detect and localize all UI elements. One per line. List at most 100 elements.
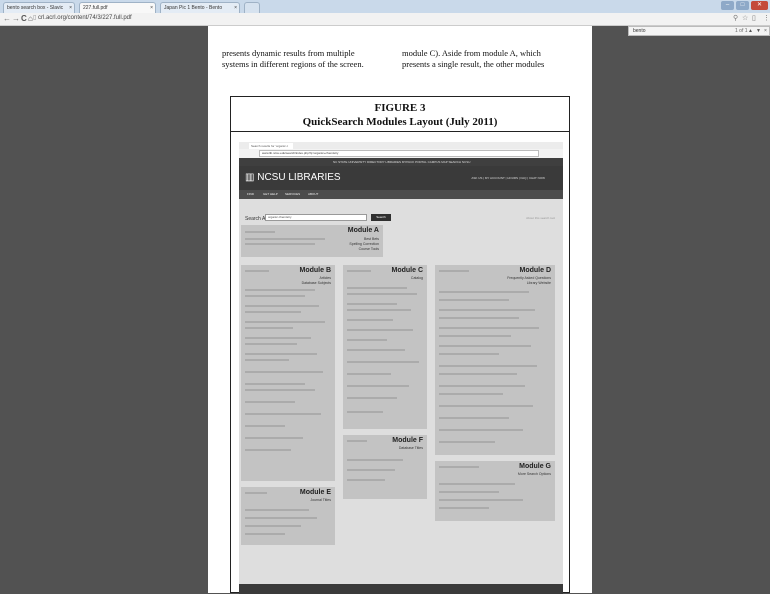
find-close-icon[interactable]: × (764, 27, 767, 36)
placeholder-line (439, 385, 525, 387)
placeholder-line (439, 417, 509, 419)
tab-pdf[interactable]: 227.full.pdf × (79, 2, 156, 13)
bookmark-star-icon[interactable]: ☆ (742, 14, 748, 24)
paper-line: presents dynamic results from multiple (222, 48, 355, 58)
module-sub: Course Tools (358, 247, 379, 251)
placeholder-line (439, 466, 479, 468)
shot-search-input: organic chemistry (265, 214, 367, 221)
placeholder-line (347, 361, 419, 363)
placeholder-line (245, 401, 295, 403)
placeholder-line (245, 425, 285, 427)
module-title: Module G (519, 463, 551, 470)
placeholder-line (245, 371, 323, 373)
module-sub: Best Bets (364, 237, 379, 241)
close-window-icon[interactable]: ✕ (751, 1, 768, 10)
find-next-icon[interactable]: ▼ (756, 27, 761, 36)
forward-icon[interactable]: → (12, 14, 20, 24)
settings-menu-icon[interactable]: ⋮ (763, 14, 770, 24)
module-sub: Spelling Correction (349, 242, 379, 246)
placeholder-line (245, 492, 267, 494)
paper-line: presents a single result, the other modu… (402, 59, 545, 69)
placeholder-line (347, 469, 395, 471)
placeholder-line (439, 309, 535, 311)
placeholder-line (439, 491, 499, 493)
shot-header-links: ASK US | MY ACCOUNT | HOURS | FAQ | CHAT… (471, 176, 545, 180)
paper-left-column: presents dynamic results from multiple s… (222, 48, 364, 70)
placeholder-line (347, 309, 411, 311)
placeholder-line (347, 479, 385, 481)
page-menu-icon[interactable]: ▯ (752, 14, 756, 24)
module-sub: Library Website (526, 281, 551, 285)
module-title: Module F (392, 437, 423, 444)
placeholder-line (347, 329, 413, 331)
shot-toolbar: www.lib.ncsu.edu/search/index.php?q=orga… (239, 149, 563, 158)
placeholder-line (245, 449, 291, 451)
find-prev-icon[interactable]: ▲ (748, 27, 753, 36)
pdf-page: presents dynamic results from multiple s… (208, 26, 592, 594)
address-bar[interactable]: ▯ crl.acrl.org/content/74/3/227.full.pdf (33, 14, 613, 23)
library-building-icon: ▥ (245, 172, 255, 183)
placeholder-line (245, 231, 275, 233)
placeholder-line (245, 343, 297, 345)
find-input[interactable]: bento (633, 27, 646, 36)
placeholder-line (245, 295, 305, 297)
reload-icon[interactable]: C (21, 14, 27, 24)
find-count: 1 of 1 (735, 28, 748, 34)
placeholder-line (347, 270, 371, 272)
new-tab-button[interactable] (244, 2, 260, 13)
zoom-icon[interactable]: ⚲ (733, 14, 738, 24)
module-sub: Database Titles (398, 446, 423, 450)
placeholder-line (439, 429, 523, 431)
minimize-icon[interactable]: – (721, 1, 734, 10)
placeholder-line (439, 345, 531, 347)
module-g: Module G More Search Options (435, 461, 555, 521)
shot-header: ▥ NCSU LIBRARIES ASK US | MY ACCOUNT | H… (239, 166, 563, 190)
placeholder-line (439, 299, 509, 301)
paper-line: systems in different regions of the scre… (222, 59, 364, 69)
close-icon[interactable]: × (234, 3, 237, 13)
tab-japan-bento[interactable]: Japan Pic 1 Bento - Bento × (160, 2, 240, 13)
module-sub: Catalog (410, 276, 423, 280)
module-sub: Frequently Asked Questions (507, 276, 551, 280)
placeholder-line (245, 243, 315, 245)
placeholder-line (347, 385, 409, 387)
placeholder-line (245, 327, 293, 329)
shot-nav-item: ABOUT (308, 192, 319, 196)
shot-utility-links: NC STATE UNIVERSITY DIRECTORY LIBRARIES … (333, 160, 471, 164)
placeholder-line (347, 373, 391, 375)
placeholder-line (439, 317, 519, 319)
figure-screenshot: Search results for 'organic c www.lib.nc… (239, 142, 563, 594)
module-f: Module F Database Titles (343, 435, 427, 499)
maximize-icon[interactable]: □ (736, 1, 749, 10)
back-icon[interactable]: ← (3, 14, 11, 24)
placeholder-line (245, 337, 311, 339)
placeholder-line (347, 459, 403, 461)
close-icon[interactable]: × (69, 3, 72, 13)
module-sub: More Search Options (517, 472, 551, 476)
placeholder-line (245, 359, 289, 361)
placeholder-line (439, 353, 499, 355)
placeholder-line (245, 389, 315, 391)
browser-toolbar: ← → C ⌂ ▯ crl.acrl.org/content/74/3/227.… (0, 13, 770, 26)
shot-nav-item: SERVICES (285, 192, 301, 196)
placeholder-line (439, 327, 539, 329)
shot-about-link: About this search tool (526, 216, 555, 220)
placeholder-line (347, 303, 397, 305)
placeholder-line (245, 509, 309, 511)
shot-nav: FIND GET HELP SERVICES ABOUT (239, 190, 563, 199)
figure-title: QuickSearch Modules Layout (July 2011) (302, 116, 498, 128)
placeholder-line (245, 270, 269, 272)
placeholder-line (439, 270, 469, 272)
placeholder-line (347, 411, 383, 413)
tab-bento-search[interactable]: bento search box - Slavic × (3, 2, 75, 13)
module-e: Module E Journal Titles (241, 487, 335, 545)
close-icon[interactable]: × (150, 3, 153, 13)
module-sub: Articles (319, 276, 331, 280)
module-title: Module B (299, 267, 332, 274)
figure-number: FIGURE 3 (374, 102, 426, 114)
placeholder-line (347, 319, 393, 321)
placeholder-line (439, 335, 511, 337)
figure-3: FIGURE 3 QuickSearch Modules Layout (Jul… (230, 96, 570, 594)
module-title: Module A (347, 227, 379, 234)
placeholder-line (439, 365, 537, 367)
